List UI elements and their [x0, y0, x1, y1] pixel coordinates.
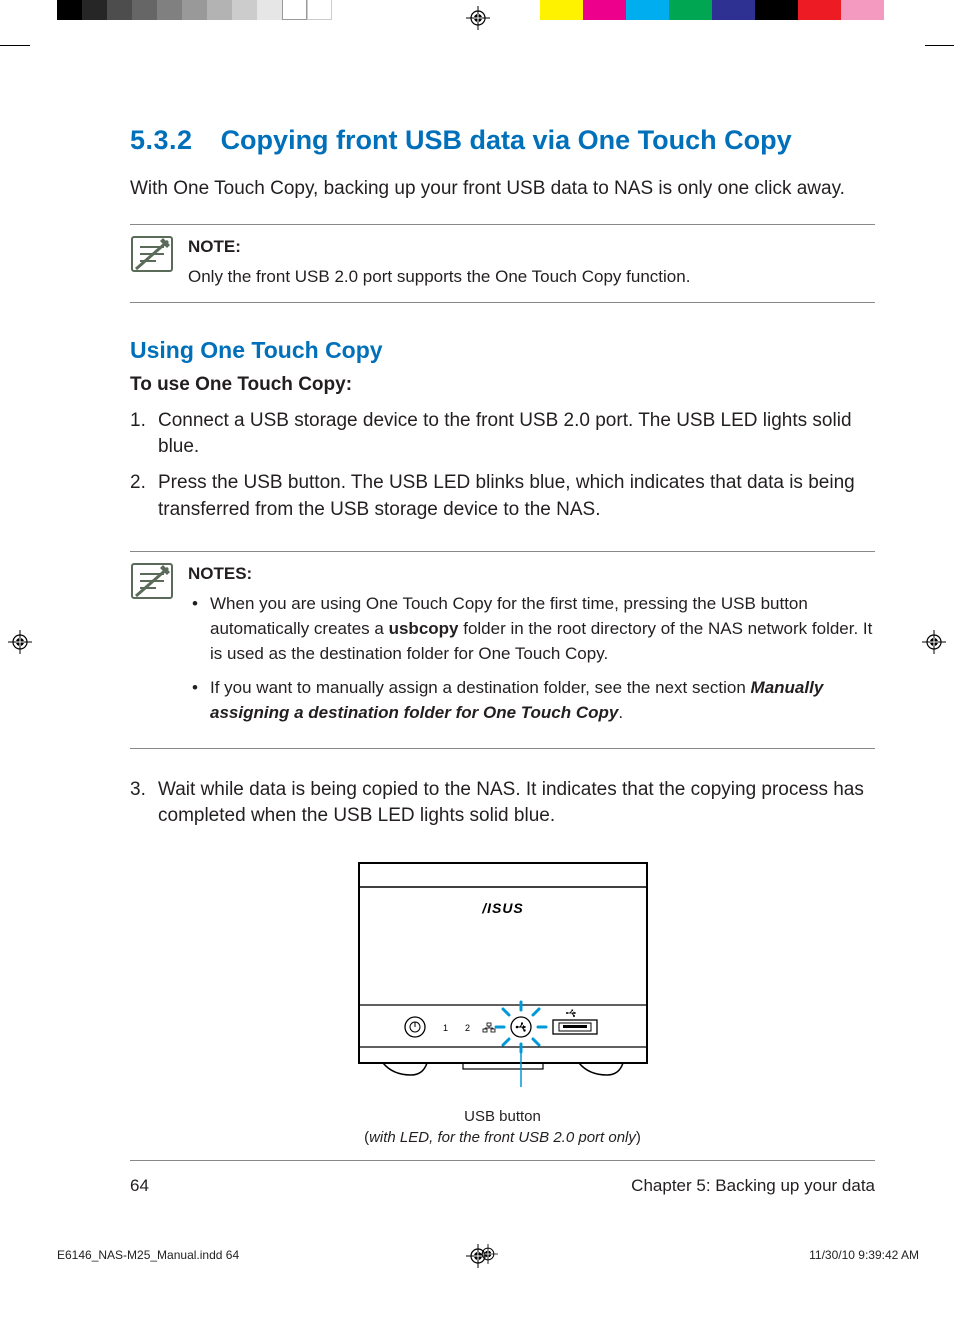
notes-bullet: If you want to manually assign a destina… — [188, 676, 875, 725]
section-heading: 5.3.2 Copying front USB data via One Touc… — [130, 125, 875, 156]
page-number: 64 — [130, 1176, 149, 1196]
slug-datetime: 11/30/10 9:39:42 AM — [809, 1248, 919, 1262]
notes-label: NOTES: — [188, 562, 875, 587]
subsection-heading: Using One Touch Copy — [130, 337, 875, 364]
steps-list: Connect a USB storage device to the fron… — [130, 408, 875, 523]
device-illustration-wrap: /ISUS 1 2 — [130, 857, 875, 1148]
crop-mark — [925, 45, 954, 46]
section-title: Copying front USB data via One Touch Cop… — [221, 125, 792, 155]
print-slug: E6146_NAS-M25_Manual.indd 64 11/30/10 9:… — [57, 1248, 919, 1262]
page-footer: 64 Chapter 5: Backing up your data — [130, 1176, 875, 1196]
registration-mark-icon — [922, 630, 946, 654]
note-block: NOTE: Only the front USB 2.0 port suppor… — [130, 224, 875, 303]
note-icon — [130, 562, 174, 602]
svg-text:2: 2 — [465, 1023, 470, 1033]
svg-text:1: 1 — [443, 1023, 448, 1033]
step-item: Connect a USB storage device to the fron… — [130, 408, 875, 460]
step-item: Wait while data is being copied to the N… — [130, 777, 875, 829]
callout-title: USB button — [130, 1106, 875, 1127]
registration-mark-icon — [478, 1244, 498, 1267]
slug-filename: E6146_NAS-M25_Manual.indd 64 — [57, 1248, 239, 1262]
registration-mark-icon — [8, 630, 32, 654]
notes-bullet: When you are using One Touch Copy for th… — [188, 592, 875, 666]
page-content: 5.3.2 Copying front USB data via One Touc… — [130, 125, 875, 1148]
chapter-label: Chapter 5: Backing up your data — [631, 1176, 875, 1196]
notes-block: NOTES: When you are using One Touch Copy… — [130, 551, 875, 749]
instruction-label: To use One Touch Copy: — [130, 374, 875, 396]
section-number: 5.3.2 — [130, 125, 193, 156]
printer-grayscale-bar — [57, 0, 357, 20]
illustration-callout: USB button (with LED, for the front USB … — [130, 1106, 875, 1148]
crop-mark — [0, 45, 30, 46]
footer-rule — [130, 1160, 875, 1161]
callout-subtitle: with LED, for the front USB 2.0 port onl… — [369, 1129, 636, 1146]
device-illustration: /ISUS 1 2 — [353, 857, 653, 1087]
note-icon — [130, 235, 174, 275]
steps-list-continued: Wait while data is being copied to the N… — [130, 777, 875, 829]
note-label: NOTE: — [188, 235, 875, 260]
registration-mark-icon — [466, 6, 490, 30]
step-item: Press the USB button. The USB LED blinks… — [130, 470, 875, 522]
note-text: Only the front USB 2.0 port supports the… — [188, 265, 875, 290]
intro-paragraph: With One Touch Copy, backing up your fro… — [130, 176, 875, 202]
printer-color-bar — [540, 0, 927, 20]
svg-text:/ISUS: /ISUS — [481, 900, 524, 916]
